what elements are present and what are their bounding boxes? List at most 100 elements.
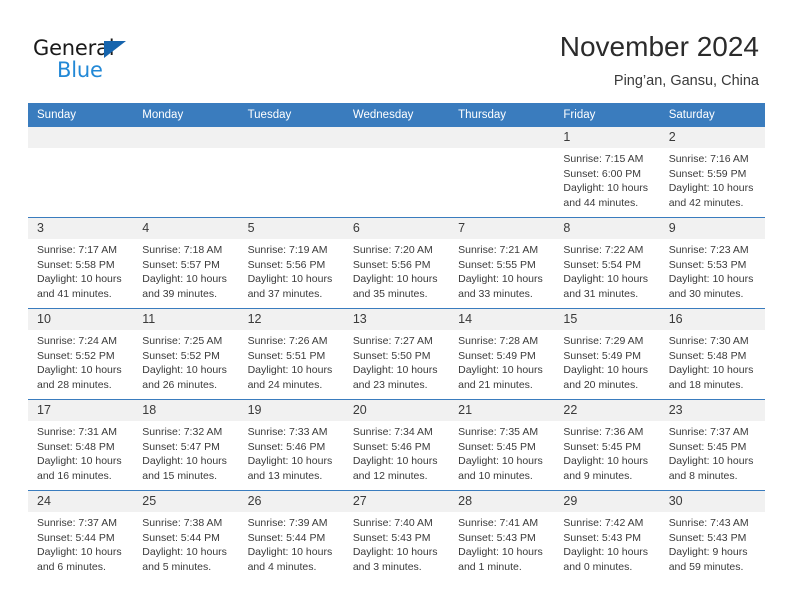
calendar-day-cell[interactable]: 4 Sunrise: 7:18 AM Sunset: 5:57 PM Daylight… bbox=[133, 217, 239, 309]
calendar-day-cell[interactable]: 9 Sunrise: 7:23 AM Sunset: 5:53 PM Daylight… bbox=[659, 217, 765, 309]
day-sunrise-text: Sunrise: 7:18 AM bbox=[142, 244, 223, 256]
day-daylight-line-text: Daylight: 10 hours bbox=[563, 455, 649, 468]
day-daylight-line-text: Daylight: 10 hours bbox=[563, 182, 649, 195]
calendar-day-cell[interactable]: 24 Sunrise: 7:37 AM Sunset: 5:44 PM Dayligh… bbox=[28, 490, 134, 581]
day-daylight-line-text: Daylight: 10 hours bbox=[668, 273, 754, 286]
day-daylight-line-text: Daylight: 10 hours bbox=[352, 546, 438, 559]
day-sunrise-text: Sunrise: 7:38 AM bbox=[142, 517, 223, 529]
day-sunrise-text: Sunrise: 7:17 AM bbox=[37, 244, 117, 256]
day-daylight-line-text: and 20 minutes. bbox=[563, 378, 639, 391]
day-daylight-line-text: Daylight: 10 hours bbox=[37, 273, 122, 286]
day-sunset-text: Sunset: 5:45 PM bbox=[668, 440, 747, 453]
day-sunset-text: Sunset: 5:51 PM bbox=[247, 349, 326, 362]
day-sun-info: Sunrise: 7:23 AM Sunset: 5:53 PM Daylight:… bbox=[660, 239, 765, 301]
calendar-day-cell[interactable]: 26 Sunrise: 7:39 AM Sunset: 5:44 PM Dayligh… bbox=[238, 490, 344, 581]
day-daylight-line-text: and 59 minutes. bbox=[668, 560, 744, 573]
day-sunset-text: Sunset: 5:43 PM bbox=[352, 531, 431, 544]
day-daylight-line-text: Daylight: 10 hours bbox=[458, 273, 543, 286]
day-sunset-text: Sunset: 5:44 PM bbox=[142, 531, 220, 544]
calendar-day-cell[interactable]: 14 Sunrise: 7:28 AM Sunset: 5:49 PM Dayligh… bbox=[449, 308, 555, 400]
calendar-day-cell[interactable]: 11 Sunrise: 7:25 AM Sunset: 5:52 PM Dayligh… bbox=[133, 308, 239, 400]
calendar-day-cell[interactable]: 23 Sunrise: 7:37 AM Sunset: 5:45 PM Dayligh… bbox=[659, 399, 765, 491]
day-number bbox=[238, 127, 344, 148]
calendar-day-cell[interactable]: 19 Sunrise: 7:33 AM Sunset: 5:46 PM Dayligh… bbox=[238, 399, 344, 491]
day-daylight-line-text: and 30 minutes. bbox=[668, 287, 744, 300]
day-number bbox=[133, 127, 239, 148]
logo-triangle-icon bbox=[104, 41, 126, 58]
day-daylight-line-text: and 4 minutes. bbox=[247, 560, 317, 573]
day-daylight-line-text: and 41 minutes. bbox=[37, 287, 112, 300]
day-sunrise-text: Sunrise: 7:40 AM bbox=[352, 517, 433, 529]
calendar-day-cell[interactable]: 7 Sunrise: 7:21 AM Sunset: 5:55 PM Daylight… bbox=[449, 217, 555, 309]
calendar-day-cell[interactable]: 27 Sunrise: 7:40 AM Sunset: 5:43 PM Dayligh… bbox=[343, 490, 450, 581]
calendar-table: Sunday Monday Tuesday Wednesday Thursday… bbox=[28, 103, 765, 581]
day-daylight-line-text: Daylight: 10 hours bbox=[142, 273, 227, 286]
day-daylight-line-text: Daylight: 10 hours bbox=[247, 546, 333, 559]
day-daylight-line-text: Daylight: 10 hours bbox=[142, 364, 227, 377]
day-sunset-text: Sunset: 5:52 PM bbox=[37, 349, 115, 362]
calendar-day-cell[interactable]: 25 Sunrise: 7:38 AM Sunset: 5:44 PM Dayligh… bbox=[133, 490, 239, 581]
day-daylight-line-text: Daylight: 10 hours bbox=[668, 182, 754, 195]
day-daylight-line-text: and 13 minutes. bbox=[247, 469, 323, 482]
day-number: 25 bbox=[133, 491, 239, 512]
calendar-week-row: 3 Sunrise: 7:17 AM Sunset: 5:58 PM Daylight… bbox=[28, 217, 765, 309]
day-sunrise-text: Sunrise: 7:39 AM bbox=[247, 517, 328, 529]
day-sunrise-text: Sunrise: 7:37 AM bbox=[668, 426, 749, 438]
day-daylight-line-text: and 18 minutes. bbox=[668, 378, 744, 391]
page-subtitle: Ping’an, Gansu, China bbox=[613, 73, 759, 89]
day-sunset-text: Sunset: 5:53 PM bbox=[668, 258, 747, 271]
day-sunset-text: Sunset: 5:43 PM bbox=[668, 531, 747, 544]
calendar-day-cell[interactable]: 22 Sunrise: 7:36 AM Sunset: 5:45 PM Dayligh… bbox=[554, 399, 660, 491]
calendar-day-cell[interactable]: 13 Sunrise: 7:27 AM Sunset: 5:50 PM Dayligh… bbox=[343, 308, 450, 400]
day-sun-info: Sunrise: 7:25 AM Sunset: 5:52 PM Daylight:… bbox=[133, 330, 238, 392]
calendar-week-row: 17 Sunrise: 7:31 AM Sunset: 5:48 PM Dayligh… bbox=[28, 399, 765, 491]
weekday-header-saturday: Saturday bbox=[659, 103, 765, 127]
day-number: 19 bbox=[238, 400, 344, 421]
day-sunset-text: Sunset: 5:49 PM bbox=[458, 349, 536, 362]
calendar-day-cell[interactable]: 28 Sunrise: 7:41 AM Sunset: 5:43 PM Dayligh… bbox=[449, 490, 555, 581]
calendar-day-cell[interactable]: 17 Sunrise: 7:31 AM Sunset: 5:48 PM Dayligh… bbox=[28, 399, 134, 491]
day-number: 29 bbox=[554, 491, 660, 512]
weekday-header-friday: Friday bbox=[554, 103, 660, 127]
day-sunrise-text: Sunrise: 7:22 AM bbox=[563, 244, 644, 256]
day-sunrise-text: Sunrise: 7:32 AM bbox=[142, 426, 223, 438]
day-number: 27 bbox=[343, 491, 450, 512]
day-sun-info: Sunrise: 7:34 AM Sunset: 5:46 PM Daylight:… bbox=[344, 421, 449, 483]
calendar-day-cell[interactable]: 29 Sunrise: 7:42 AM Sunset: 5:43 PM Dayligh… bbox=[554, 490, 660, 581]
day-daylight-line-text: Daylight: 10 hours bbox=[668, 364, 754, 377]
day-sun-info: Sunrise: 7:31 AM Sunset: 5:48 PM Daylight:… bbox=[28, 421, 133, 483]
calendar-day-cell[interactable]: 21 Sunrise: 7:35 AM Sunset: 5:45 PM Dayligh… bbox=[449, 399, 555, 491]
calendar-day-cell[interactable]: 15 Sunrise: 7:29 AM Sunset: 5:49 PM Dayligh… bbox=[554, 308, 660, 400]
calendar-day-cell[interactable]: 3 Sunrise: 7:17 AM Sunset: 5:58 PM Daylight… bbox=[28, 217, 134, 309]
day-sunrise-text: Sunrise: 7:19 AM bbox=[247, 244, 328, 256]
day-daylight-line-text: and 35 minutes. bbox=[352, 287, 428, 300]
calendar-day-cell[interactable]: 18 Sunrise: 7:32 AM Sunset: 5:47 PM Dayligh… bbox=[133, 399, 239, 491]
day-sunset-text: Sunset: 5:59 PM bbox=[668, 167, 747, 180]
calendar-day-cell[interactable]: 30 Sunrise: 7:43 AM Sunset: 5:43 PM Dayligh… bbox=[659, 490, 765, 581]
calendar-day-cell[interactable]: 1 Sunrise: 7:15 AM Sunset: 6:00 PM Daylight… bbox=[554, 127, 660, 218]
calendar-day-cell[interactable]: 8 Sunrise: 7:22 AM Sunset: 5:54 PM Daylight… bbox=[554, 217, 660, 309]
calendar-day-cell[interactable]: 5 Sunrise: 7:19 AM Sunset: 5:56 PM Daylight… bbox=[238, 217, 344, 309]
day-sunset-text: Sunset: 5:55 PM bbox=[458, 258, 536, 271]
title-block: November 2024 Ping’an, Gansu, China bbox=[560, 30, 759, 90]
day-daylight-line-text: Daylight: 10 hours bbox=[563, 546, 649, 559]
day-sunrise-text: Sunrise: 7:42 AM bbox=[563, 517, 644, 529]
calendar-day-cell[interactable]: 10 Sunrise: 7:24 AM Sunset: 5:52 PM Dayligh… bbox=[28, 308, 134, 400]
day-sun-info: Sunrise: 7:42 AM Sunset: 5:43 PM Daylight:… bbox=[554, 512, 659, 574]
day-number: 8 bbox=[554, 218, 660, 239]
weekday-header-sunday: Sunday bbox=[28, 103, 134, 127]
day-sunrise-text: Sunrise: 7:29 AM bbox=[563, 335, 644, 347]
day-sunrise-text: Sunrise: 7:25 AM bbox=[142, 335, 223, 347]
day-sunrise-text: Sunrise: 7:33 AM bbox=[247, 426, 328, 438]
day-daylight-line-text: and 1 minute. bbox=[458, 560, 522, 573]
calendar-day-cell[interactable]: 20 Sunrise: 7:34 AM Sunset: 5:46 PM Dayligh… bbox=[343, 399, 450, 491]
general-blue-logo[interactable]: General Blue bbox=[33, 36, 233, 86]
day-sunrise-text: Sunrise: 7:20 AM bbox=[352, 244, 433, 256]
calendar-day-cell[interactable]: 16 Sunrise: 7:30 AM Sunset: 5:48 PM Dayligh… bbox=[659, 308, 765, 400]
calendar-day-cell[interactable]: 12 Sunrise: 7:26 AM Sunset: 5:51 PM Dayligh… bbox=[238, 308, 344, 400]
calendar-day-cell[interactable]: 2 Sunrise: 7:16 AM Sunset: 5:59 PM Daylight… bbox=[659, 127, 765, 218]
calendar-day-cell[interactable]: 6 Sunrise: 7:20 AM Sunset: 5:56 PM Daylight… bbox=[343, 217, 450, 309]
day-sun-info: Sunrise: 7:29 AM Sunset: 5:49 PM Daylight:… bbox=[554, 330, 659, 392]
day-sunrise-text: Sunrise: 7:30 AM bbox=[668, 335, 749, 347]
calendar-week-row: 1 Sunrise: 7:15 AM Sunset: 6:00 PM Daylight… bbox=[28, 127, 765, 218]
